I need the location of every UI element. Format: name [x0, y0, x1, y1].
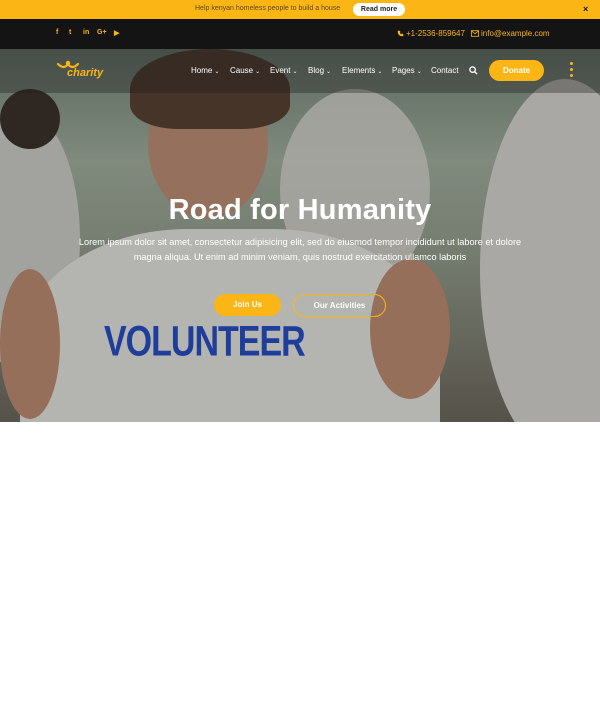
nav-label: Elements — [342, 66, 376, 75]
nav-label: Pages — [392, 66, 415, 75]
info-bar: f t in G+ ▶ +1-2536-859647 info@example.… — [0, 19, 600, 49]
envelope-icon — [471, 30, 479, 37]
nav-item-home[interactable]: Home ⌄ — [191, 66, 219, 75]
phone-number: +1-2536-859647 — [406, 29, 465, 38]
join-us-button[interactable]: Join Us — [214, 294, 281, 316]
announcement-bar: Help kenyan homeless people to build a h… — [0, 0, 600, 19]
hero-description: Lorem ipsum dolor sit amet, consectetur … — [78, 237, 522, 262]
our-activities-button[interactable]: Our Activities — [293, 294, 386, 317]
close-icon[interactable]: × — [583, 4, 588, 14]
nav-item-cause[interactable]: Cause ⌄ — [230, 66, 260, 75]
announcement-text: Help kenyan homeless people to build a h… — [195, 5, 341, 12]
chevron-down-icon: ⌄ — [255, 69, 261, 75]
phone-icon — [397, 30, 404, 37]
nav-item-blog[interactable]: Blog ⌄ — [308, 66, 331, 75]
hero-title: Road for Humanity — [168, 194, 432, 226]
nav-label: Home — [191, 66, 213, 75]
chevron-down-icon: ⌄ — [326, 69, 332, 75]
read-more-button[interactable]: Read more — [353, 3, 405, 16]
more-menu-icon[interactable] — [570, 62, 574, 80]
twitter-icon[interactable]: t — [69, 29, 71, 36]
chevron-down-icon: ⌄ — [416, 69, 422, 75]
nav-label: Blog — [308, 66, 325, 75]
shirt-volunteer-text: VOLUNTEER — [104, 318, 306, 366]
google-plus-icon[interactable]: G+ — [97, 29, 107, 36]
logo-text: charity — [67, 67, 104, 79]
email-contact[interactable]: info@example.com — [471, 29, 550, 38]
chevron-down-icon: ⌄ — [292, 69, 298, 75]
nav-label: Cause — [230, 66, 254, 75]
nav-item-elements[interactable]: Elements ⌄ — [342, 66, 382, 75]
facebook-icon[interactable]: f — [56, 29, 58, 36]
search-icon[interactable] — [469, 66, 478, 75]
donate-button[interactable]: Donate — [489, 60, 544, 81]
youtube-icon[interactable]: ▶ — [114, 29, 119, 37]
nav-label: Event — [270, 66, 291, 75]
phone-contact[interactable]: +1-2536-859647 — [397, 29, 465, 38]
nav-item-contact[interactable]: Contact — [431, 66, 459, 75]
nav-item-event[interactable]: Event ⌄ — [270, 66, 298, 75]
email-address: info@example.com — [481, 29, 550, 38]
nav-item-pages[interactable]: Pages ⌄ — [392, 66, 422, 75]
chevron-down-icon: ⌄ — [377, 69, 383, 75]
linkedin-icon[interactable]: in — [83, 29, 89, 36]
chevron-down-icon: ⌄ — [214, 69, 220, 75]
